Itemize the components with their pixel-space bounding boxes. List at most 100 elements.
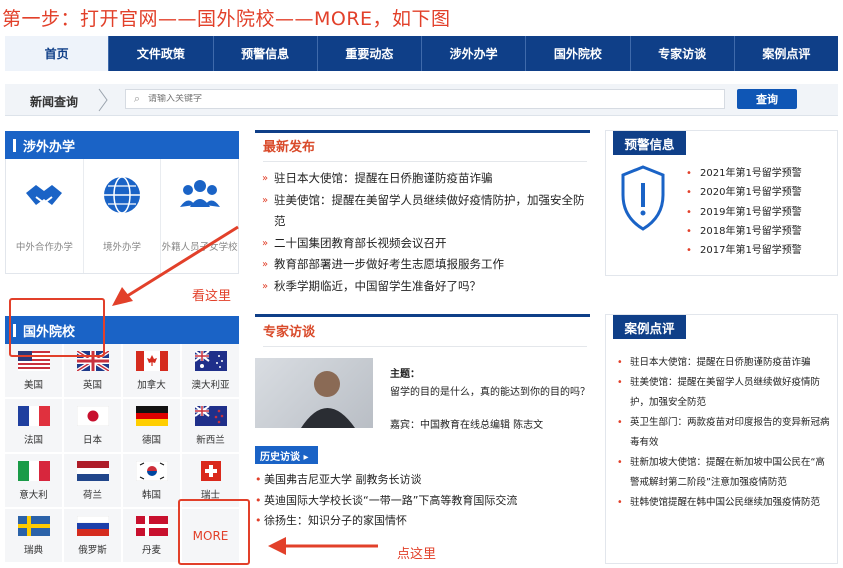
flag-germany-icon [135, 405, 168, 426]
nav-foreign-schools[interactable]: 国外院校 [526, 36, 631, 71]
search-label: 新闻查询 [30, 95, 79, 109]
country-name: 俄罗斯 [78, 544, 107, 556]
country-new-zealand[interactable]: 新西兰 [182, 399, 239, 452]
flag-new-zealand-icon [194, 405, 227, 426]
service-joint-program[interactable]: 中外合作办学 [6, 159, 84, 273]
country-japan[interactable]: 日本 [64, 399, 121, 452]
annotation-look-here: 看这里 [192, 289, 232, 304]
shield-alert-icon [621, 165, 665, 231]
expert-photo[interactable] [255, 358, 373, 428]
search-bar: 新闻查询 ⌕ 查询 [5, 84, 838, 116]
service-label: 外籍人员子女学校 [161, 242, 238, 253]
globe-icon [104, 176, 140, 214]
case-item[interactable]: 驻美使馆：提醒在美留学人员继续做好疫情防护，加强安全防范 [617, 373, 832, 413]
news-item[interactable]: 教育部部署进一步做好考生志愿填报服务工作 [262, 254, 592, 276]
service-label: 境外办学 [103, 242, 142, 253]
expert-interview-title: 专家访谈 [263, 321, 587, 347]
warning-item[interactable]: 2020年第1号留学预警 [686, 183, 836, 203]
flag-australia-icon [194, 350, 227, 371]
news-item[interactable]: 驻日本大使馆：提醒在日侨胞谨防疫苗诈骗 [262, 168, 592, 190]
nav-home[interactable]: 首页 [5, 36, 110, 71]
country-sweden[interactable]: 瑞典 [5, 509, 62, 562]
country-name: 荷兰 [82, 489, 102, 501]
warning-item[interactable]: 2017年第1号留学预警 [686, 241, 836, 261]
news-item[interactable]: 驻美使馆：提醒在美留学人员继续做好疫情防护，加强安全防范 [262, 190, 592, 233]
latest-news-list: 驻日本大使馆：提醒在日侨胞谨防疫苗诈骗 驻美使馆：提醒在美留学人员继续做好疫情防… [262, 168, 592, 297]
country-australia[interactable]: 澳大利亚 [182, 344, 239, 397]
flag-russia-icon [76, 515, 109, 536]
expert-topic-label: 主题： [390, 369, 420, 380]
country-name: 德国 [141, 434, 161, 446]
annotation-click-here: 点这里 [397, 547, 437, 562]
latest-news-title: 最新发布 [263, 136, 587, 162]
expert-guest: 嘉宾：中国教育在线总编辑 陈志文 [390, 420, 544, 431]
nav-policy[interactable]: 文件政策 [109, 36, 214, 71]
warning-item[interactable]: 2018年第1号留学预警 [686, 222, 836, 242]
country-name: 日本 [82, 434, 102, 446]
expert-topic[interactable]: 留学的目的是什么，真的能达到你的目的吗？ [390, 383, 590, 398]
abroad-services: 中外合作办学 境外办学 外籍人员子女学校 [5, 159, 239, 274]
history-item[interactable]: 徐扬生：知识分子的家国情怀 [255, 511, 595, 532]
chevron-right-icon [98, 88, 108, 112]
country-korea[interactable]: 韩国 [123, 454, 180, 507]
case-item[interactable]: 驻日本大使馆：提醒在日侨胞谨防疫苗诈骗 [617, 353, 832, 373]
country-russia[interactable]: 俄罗斯 [64, 509, 121, 562]
country-france[interactable]: 法国 [5, 399, 62, 452]
flag-canada-icon [135, 350, 168, 371]
handshake-icon [26, 185, 63, 205]
nav-cases[interactable]: 案例点评 [735, 36, 838, 71]
abroad-section-header: 涉外办学 [5, 131, 239, 159]
country-name: 意大利 [19, 489, 48, 501]
flag-korea-icon [135, 460, 168, 481]
country-name: 丹麦 [141, 544, 161, 556]
warning-item[interactable]: 2019年第1号留学预警 [686, 203, 836, 223]
news-item[interactable]: 秋季学期临近，中国留学生准备好了吗？ [262, 276, 592, 298]
service-label: 中外合作办学 [15, 242, 73, 253]
country-name: 美国 [23, 379, 43, 391]
flag-netherlands-icon [76, 460, 109, 481]
history-item[interactable]: 美国弗吉尼亚大学 副教务长访谈 [255, 470, 595, 491]
cases-list: 驻日本大使馆：提醒在日侨胞谨防疫苗诈骗 驻美使馆：提醒在美留学人员继续做好疫情防… [617, 353, 832, 513]
country-italy[interactable]: 意大利 [5, 454, 62, 507]
expert-top-bar [255, 314, 590, 317]
warning-item[interactable]: 2021年第1号留学预警 [686, 164, 836, 184]
case-item[interactable]: 驻新加坡大使馆：提醒在新加坡中国公民在“高警戒解封第二阶段”注意加强疫情防范 [617, 453, 832, 493]
country-canada[interactable]: 加拿大 [123, 344, 180, 397]
arrow-click-here-icon [268, 537, 378, 555]
country-germany[interactable]: 德国 [123, 399, 180, 452]
country-denmark[interactable]: 丹麦 [123, 509, 180, 562]
country-name: 法国 [23, 434, 43, 446]
country-name: 瑞典 [23, 544, 43, 556]
news-top-bar [255, 130, 590, 133]
warnings-list: 2021年第1号留学预警 2020年第1号留学预警 2019年第1号留学预警 2… [686, 164, 836, 261]
nav-expert[interactable]: 专家访谈 [631, 36, 735, 71]
case-item[interactable]: 驻韩使馆提醒在韩中国公民继续加强疫情防范 [617, 493, 832, 513]
country-name: 加拿大 [137, 379, 166, 391]
flag-switzerland-icon [200, 460, 221, 481]
country-name: 新西兰 [196, 434, 225, 446]
cases-title: 案例点评 [613, 315, 686, 339]
nav-abroad[interactable]: 涉外办学 [422, 36, 527, 71]
person-icon [301, 371, 355, 428]
history-item[interactable]: 英迪国际大学校长谈“一带一路”下高等教育国际交流 [255, 491, 595, 512]
search-input[interactable] [148, 94, 708, 104]
country-name: 韩国 [141, 489, 161, 501]
service-overseas[interactable]: 境外办学 [84, 159, 162, 273]
flag-denmark-icon [135, 515, 168, 536]
flag-france-icon [17, 405, 50, 426]
country-name: 澳大利亚 [191, 379, 230, 391]
history-interviews-button[interactable]: 历史访谈 ▸ [255, 446, 318, 464]
news-item[interactable]: 二十国集团教育部长视频会议召开 [262, 233, 592, 255]
nav-news[interactable]: 重要动态 [318, 36, 422, 71]
search-button[interactable]: 查询 [737, 89, 797, 109]
highlight-box-more [178, 499, 250, 565]
country-netherlands[interactable]: 荷兰 [64, 454, 121, 507]
flag-japan-icon [76, 405, 109, 426]
highlight-box-schools [9, 298, 105, 357]
search-box: ⌕ [125, 89, 725, 109]
service-foreign-kids[interactable]: 外籍人员子女学校 [161, 159, 238, 273]
nav-warnings[interactable]: 预警信息 [214, 36, 318, 71]
flag-sweden-icon [17, 515, 50, 536]
history-interviews-list: 美国弗吉尼亚大学 副教务长访谈 英迪国际大学校长谈“一带一路”下高等教育国际交流… [255, 470, 595, 532]
case-item[interactable]: 英卫生部门：两款疫苗对印度报告的变异新冠病毒有效 [617, 413, 832, 453]
